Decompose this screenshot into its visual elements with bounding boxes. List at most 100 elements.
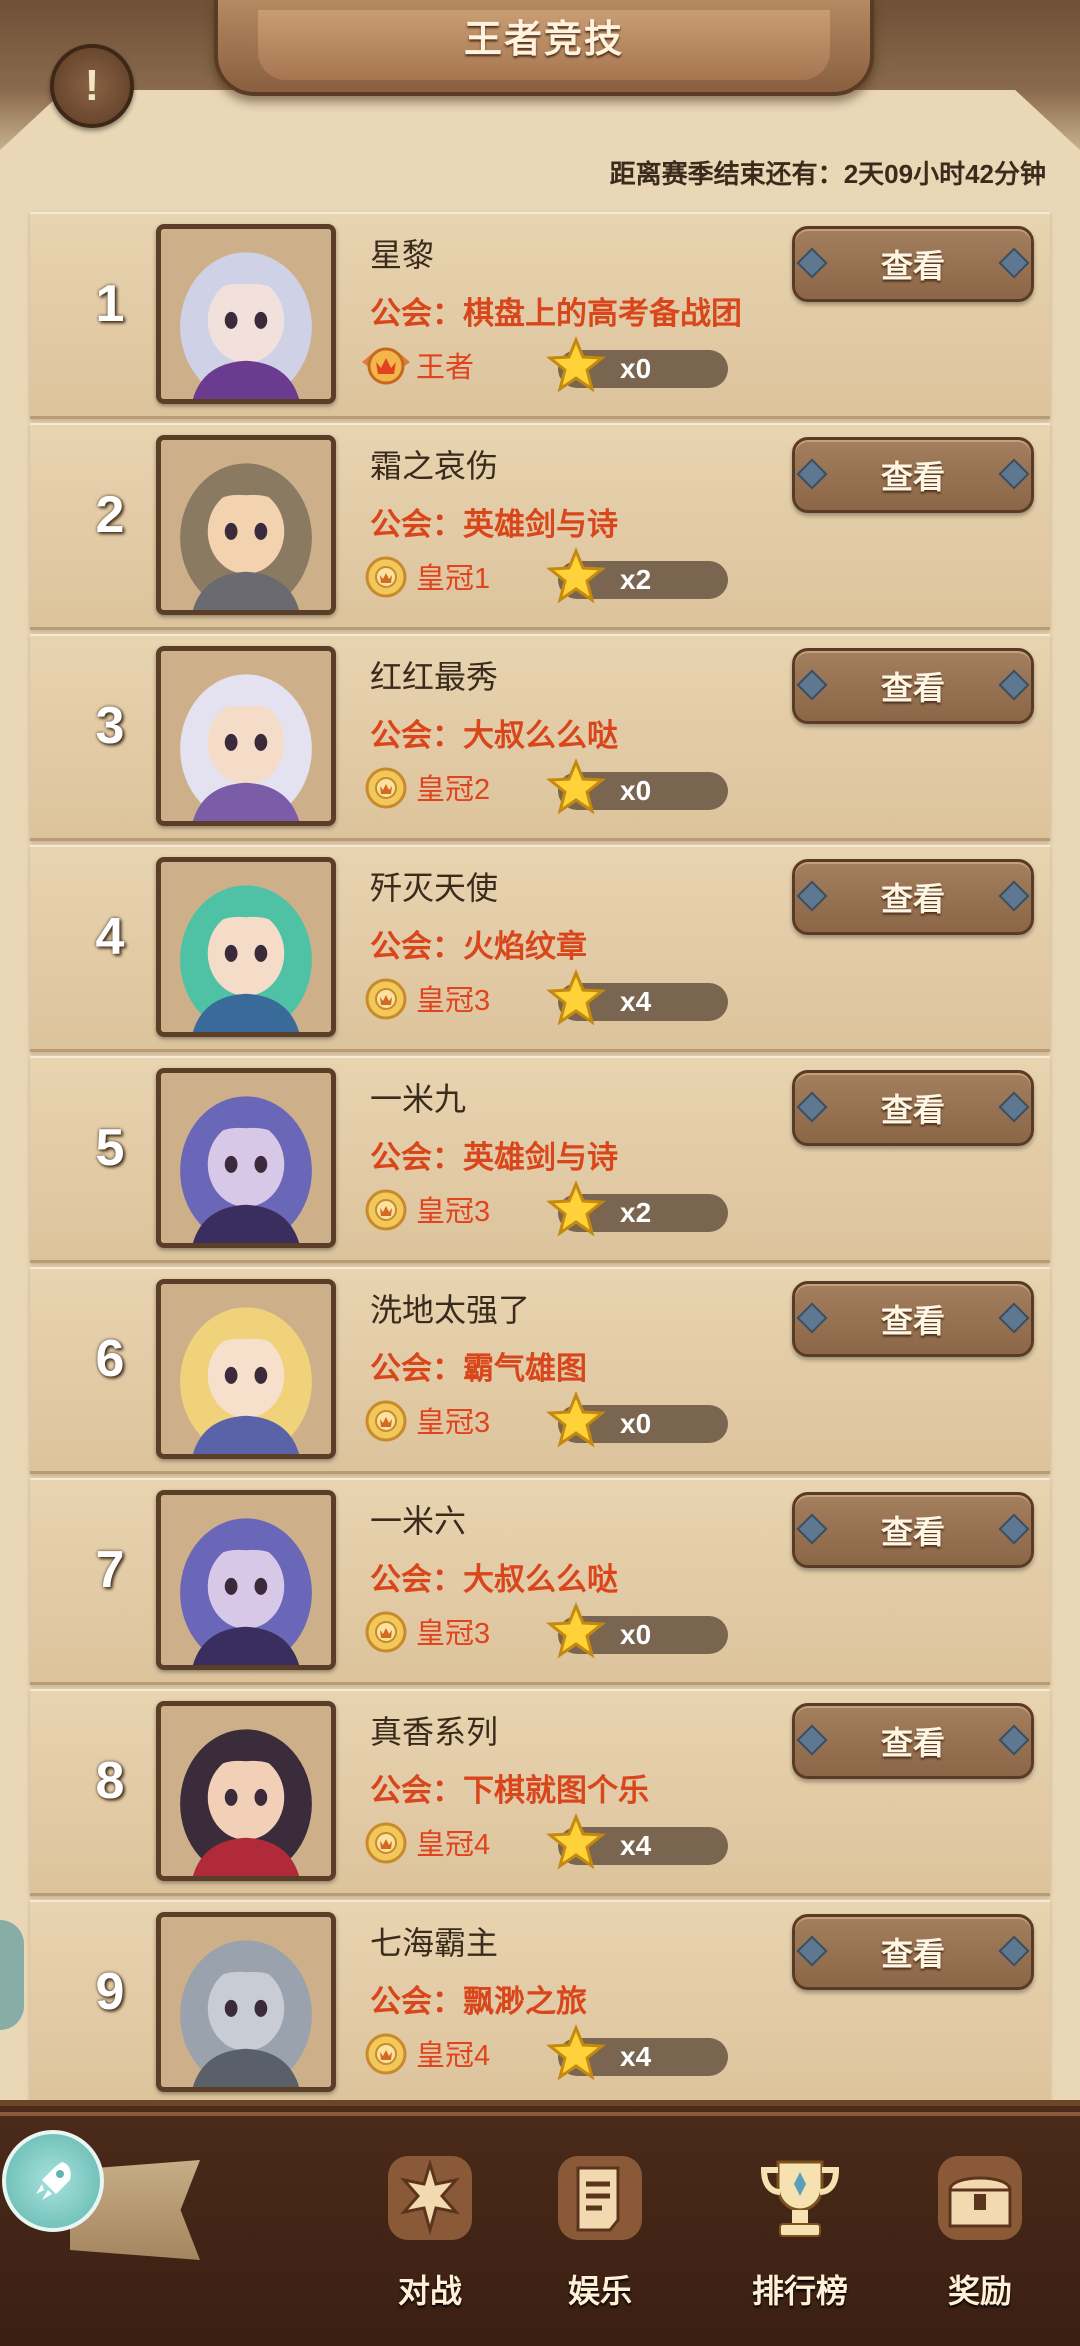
ranking-row: 6 洗地太强了 公会：霸气雄图 皇冠3 x0 查看 (30, 1267, 1050, 1474)
star-count: x4 (620, 1830, 652, 1861)
ranking-row: 2 霜之哀伤 公会：英雄剑与诗 皇冠1 x2 查看 (30, 423, 1050, 630)
guild-name: 下棋就图个乐 (463, 1773, 649, 1808)
dark-elf-avatar (161, 1073, 331, 1243)
dark-demon-warrior-avatar (161, 1706, 331, 1876)
star-count-pill: x2 (546, 1180, 728, 1237)
player-avatar[interactable] (156, 646, 336, 826)
ranking-row: 3 红红最秀 公会：大叔么么哒 皇冠2 x0 查看 (30, 634, 1050, 841)
tier-badge: 皇冠2 (360, 764, 500, 810)
star-count-pill: x2 (546, 547, 728, 604)
star-icon (546, 1813, 606, 1870)
player-name: 一米九 (370, 1081, 467, 1117)
view-button[interactable]: 查看 (792, 1281, 1034, 1357)
guild-prefix: 公会： (370, 1562, 463, 1597)
crown-medal-icon (365, 1400, 407, 1442)
hooded-knight-avatar (161, 440, 331, 610)
nav-rewards-label: 奖励 (947, 2273, 1012, 2309)
player-avatar[interactable] (156, 1068, 336, 1248)
view-button[interactable]: 查看 (792, 1492, 1034, 1568)
tier-label: 皇冠4 (416, 2040, 491, 2072)
star-icon (546, 336, 606, 393)
blonde-priestess-avatar (161, 1284, 331, 1454)
ranking-row: 4 歼灭天使 公会：火焰纹章 皇冠3 x4 查看 (30, 845, 1050, 1052)
player-name: 洗地太强了 (370, 1292, 531, 1328)
tier-label: 皇冠3 (416, 1618, 491, 1650)
player-avatar[interactable] (156, 1701, 336, 1881)
view-button[interactable]: 查看 (792, 226, 1034, 302)
guild-name: 飘渺之旅 (463, 1984, 587, 2019)
star-count-pill: x0 (546, 1391, 728, 1448)
star-count-pill: x4 (546, 1813, 728, 1870)
rocket-button[interactable] (2, 2130, 104, 2232)
tier-badge: 皇冠3 (360, 1186, 500, 1232)
tier-label: 皇冠3 (416, 1196, 491, 1228)
nav-battle-label: 对战 (397, 2273, 462, 2309)
nav-leaderboard[interactable]: 排行榜 (710, 2150, 890, 2330)
player-avatar[interactable] (156, 224, 336, 404)
nav-rewards[interactable]: 奖励 (890, 2150, 1070, 2330)
ranking-row: 8 真香系列 公会：下棋就图个乐 皇冠4 x4 查看 (30, 1689, 1050, 1896)
ranking-row: 9 七海霸主 公会：飘渺之旅 皇冠4 x4 查看 (30, 1900, 1050, 2107)
player-avatar[interactable] (156, 435, 336, 615)
player-name: 歼灭天使 (370, 870, 499, 906)
ranking-row: 1 星黎 公会：棋盘上的高考备战团 王者 x0 查看 (30, 212, 1050, 419)
season-countdown-label: 距离赛季结束还有： (609, 159, 844, 189)
star-count-pill: x0 (546, 758, 728, 815)
view-button[interactable]: 查看 (792, 1914, 1034, 1990)
star-count: x0 (620, 1619, 652, 1650)
rank-number: 9 (95, 1963, 125, 2021)
guild-info: 公会：火焰纹章 (370, 921, 587, 966)
crown-medal-icon (365, 556, 407, 598)
player-avatar[interactable] (156, 857, 336, 1037)
player-avatar[interactable] (156, 1912, 336, 2092)
player-avatar[interactable] (156, 1490, 336, 1670)
ranking-row: 5 一米九 公会：英雄剑与诗 皇冠3 x2 查看 (30, 1056, 1050, 1263)
view-button[interactable]: 查看 (792, 1703, 1034, 1779)
info-alert-button[interactable]: ! (50, 44, 134, 128)
guild-name: 英雄剑与诗 (463, 1140, 618, 1175)
star-icon (546, 1391, 606, 1448)
star-count: x0 (620, 353, 652, 384)
exclamation-icon: ! (84, 61, 100, 110)
view-button[interactable]: 查看 (792, 1070, 1034, 1146)
guild-info: 公会：大叔么么哒 (370, 710, 618, 755)
dark-elf-avatar (161, 1495, 331, 1665)
tier-badge: 皇冠3 (360, 1608, 500, 1654)
guild-prefix: 公会： (370, 1140, 463, 1175)
player-avatar[interactable] (156, 1279, 336, 1459)
guild-name: 火焰纹章 (463, 929, 587, 964)
star-icon (546, 969, 606, 1026)
star-count: x0 (620, 775, 652, 806)
guild-prefix: 公会： (370, 929, 463, 964)
scroll-icon (558, 2156, 642, 2240)
page-title: 王者竞技 (463, 19, 624, 61)
player-name: 霜之哀伤 (370, 448, 499, 484)
star-count: x4 (620, 986, 652, 1017)
guild-info: 公会：英雄剑与诗 (370, 499, 618, 544)
crown-medal-icon (365, 978, 407, 1020)
nav-entertainment[interactable]: 娱乐 (510, 2150, 690, 2330)
guild-info: 公会：英雄剑与诗 (370, 1132, 618, 1177)
view-button[interactable]: 查看 (792, 859, 1034, 935)
side-drawer-tab[interactable] (0, 1920, 24, 2030)
rank-number: 5 (95, 1119, 125, 1177)
ranking-row: 7 一米六 公会：大叔么么哒 皇冠3 x0 查看 (30, 1478, 1050, 1685)
guild-name: 大叔么么哒 (463, 718, 618, 753)
green-haired-visor-avatar (161, 862, 331, 1032)
star-count-pill: x4 (546, 2024, 728, 2081)
silver-dragon-avatar (161, 1917, 331, 2087)
tier-label: 王者 (416, 352, 475, 384)
view-button[interactable]: 查看 (792, 648, 1034, 724)
silver-haired-queen-avatar (161, 229, 331, 399)
guild-info: 公会：大叔么么哒 (370, 1554, 618, 1599)
season-countdown-value: 2天09小时42分钟 (843, 159, 1046, 189)
season-countdown: 距离赛季结束还有：2天09小时42分钟 (610, 154, 1046, 191)
star-icon (546, 758, 606, 815)
view-button[interactable]: 查看 (792, 437, 1034, 513)
crown-medal-icon (365, 1189, 407, 1231)
tier-label: 皇冠3 (416, 1407, 491, 1439)
nav-battle[interactable]: 对战 (340, 2150, 520, 2330)
player-name: 真香系列 (370, 1714, 499, 1750)
rocket-icon (36, 2162, 71, 2200)
star-icon (546, 1602, 606, 1659)
